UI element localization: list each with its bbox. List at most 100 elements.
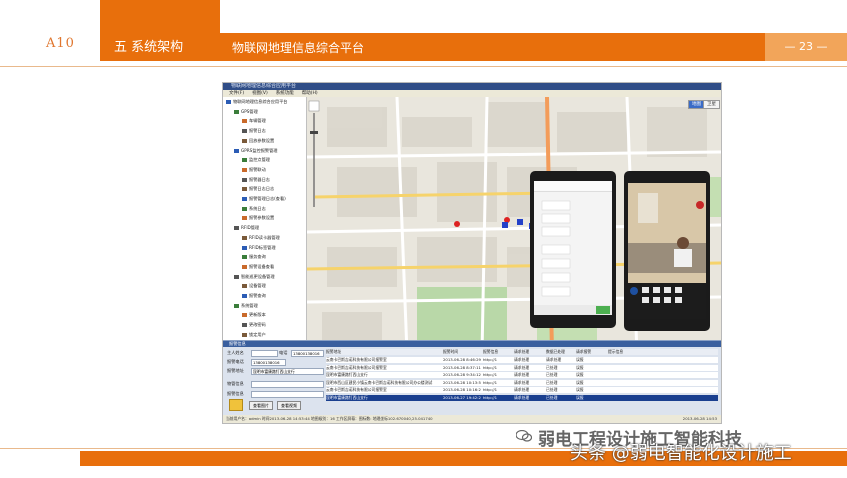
tree-item-label: 报警管理日志(查看) (249, 196, 286, 201)
tree-item[interactable]: GPRS监控报警管理 (234, 148, 277, 154)
table-cell (608, 365, 716, 371)
tree-item-label: 报警器日志 (249, 176, 270, 182)
tree-item[interactable]: 系统日志 (242, 206, 266, 212)
table-cell: 请求处理 (514, 379, 530, 385)
tree-item[interactable]: 设备管理 (242, 283, 266, 289)
table-cell: 已处理 (546, 372, 558, 377)
tree-item[interactable]: 更改密码 (242, 322, 266, 328)
tree-node-icon (242, 138, 247, 143)
alarm-bell-icon (229, 399, 243, 411)
tree-item[interactable]: RFID标签管理 (242, 245, 276, 251)
header-divider (0, 66, 847, 67)
watermark-handle: 头条 @弱电智能化设计施工 (570, 443, 792, 464)
tree-item-label: 监控点管理 (249, 157, 270, 163)
tree-item[interactable]: 报警管理日志(查看) (242, 196, 286, 202)
tree-item[interactable]: 报警日志日志 (242, 186, 274, 192)
status-time: 2013-06-28 14:53 (682, 416, 717, 421)
table-row[interactable]: 云南卡巴斯吉诺科技有限公司报警室 2013-06-28 8:46:29 http:/… (326, 357, 718, 363)
tree-item-label: GPRS监控报警管理 (241, 147, 278, 153)
tree-item-label: RFID管理 (241, 225, 260, 231)
tree-item-label: 物联网地理信息综合应用平台 (233, 99, 288, 104)
table-cell: 请求处理 (514, 372, 530, 377)
slide-title: 物联网地理信息综合平台 (232, 41, 365, 55)
tree-item[interactable]: 报警联动 (242, 167, 266, 173)
tree-item[interactable]: 报警参数设置 (242, 215, 274, 221)
tree-item-label: 报警参数设置 (249, 215, 275, 221)
table-cell: 2013-06-28 10:13:53 (443, 379, 481, 385)
section-title: 五 系统架构 (114, 40, 184, 55)
table-row[interactable]: 昆明市西山区建民小镇云南卡巴斯吉诺科技有限公司办公楼测试 2013-06-28 1… (326, 379, 718, 386)
tree-node-icon (242, 129, 247, 134)
table-cell: 云南卡巴斯吉诺科技有限公司报警室 (326, 357, 387, 362)
tree-item[interactable]: 监控点管理 (242, 157, 270, 163)
tree-item[interactable]: 报警设备查看 (242, 264, 274, 270)
column-header: 数据已处理 (546, 349, 565, 354)
alarm-info-field[interactable] (251, 391, 324, 398)
tree-item[interactable]: 系统管理 (234, 303, 258, 309)
table-cell: 请求处理 (514, 387, 530, 392)
tree-node-icon (234, 274, 239, 279)
tree-node-icon (242, 245, 247, 250)
view-video-button[interactable]: 查看视频 (277, 401, 301, 410)
menu-file[interactable]: 文件(F) (229, 90, 244, 97)
table-cell: 请求处理 (514, 357, 530, 362)
alarm-phone-field[interactable]: 13800138016 (251, 359, 286, 366)
table-row[interactable]: 云南卡巴斯吉诺科技有限公司报警室 2013-06-28 10:16:20 http:… (326, 387, 718, 393)
table-row[interactable]: 昆明市富康路钉西山支行 2013-06-28 9:34:12 http://1 请求处… (326, 372, 718, 378)
tree-node-icon (242, 284, 247, 289)
tree-node-icon (242, 294, 247, 298)
tree-item[interactable]: RFID管理 (234, 225, 259, 231)
table-cell: http://1 (483, 357, 498, 362)
tree-item[interactable]: 服务查询 (242, 254, 266, 260)
table-cell: 误报 (576, 372, 584, 377)
page-number: — 23 — (765, 33, 847, 61)
map-view[interactable]: 地图 卫星 (307, 97, 721, 353)
table-cell: 2013-06-28 8:37:11 (443, 364, 481, 370)
tree-item[interactable]: 报警器日志 (242, 177, 270, 183)
tree-item[interactable]: 智能巡更设备管理 (234, 274, 275, 280)
slide-code: A10 (46, 36, 75, 51)
tree-item[interactable]: 锁定用户 (242, 332, 266, 338)
table-cell: 云南卡巴斯吉诺科技有限公司报警室 (326, 364, 387, 370)
menu-view[interactable]: 视图(V) (252, 90, 268, 97)
property-info-field[interactable] (251, 381, 324, 388)
table-cell: http://1 (483, 379, 498, 385)
table-cell: 昆明市西山区建民小镇云南卡巴斯吉诺科技有限公司办公楼测试 (326, 379, 433, 385)
tree-node-icon (242, 197, 247, 201)
view-image-button[interactable]: 查看图片 (249, 401, 273, 410)
tree-item-label: 更新版本 (249, 312, 266, 318)
nav-tree: 物联网地理信息综合应用平台 GPS管理车辆管理报警日志回放参数设置 GPRS监控报警… (223, 97, 307, 353)
table-cell: http://1 (483, 364, 498, 370)
tree-item[interactable]: RFID读卡器管理 (242, 235, 280, 241)
tree-item[interactable]: 报警查询 (242, 293, 266, 299)
tree-item-label: 报警查询 (249, 293, 266, 298)
owner-name-field[interactable] (251, 350, 278, 357)
tree-item[interactable]: 车辆管理 (242, 118, 266, 124)
tree-node-icon (242, 313, 247, 318)
table-cell: 2013-06-28 8:46:29 (443, 357, 481, 362)
tree-item[interactable]: 报警日志 (242, 128, 266, 134)
tree-item[interactable]: GPS管理 (234, 109, 258, 115)
tree-item[interactable]: 回放参数设置 (242, 138, 274, 144)
tree-node-icon (234, 109, 239, 114)
table-cell: 2013-06-28 9:34:12 (443, 372, 481, 377)
tree-item-label: 锁定用户 (249, 331, 266, 337)
alarm-phone-label: 报警电话 (227, 359, 244, 364)
tree-item[interactable]: 更新版本 (242, 312, 266, 318)
table-row[interactable]: 昆明市富康路钉西山支行 2013-06-27 19:42:27 http://1 请求… (326, 394, 718, 401)
table-cell: 昆明市富康路钉西山支行 (326, 394, 368, 400)
tree-item-label: 报警日志 (249, 128, 266, 134)
table-row[interactable]: 云南卡巴斯吉诺科技有限公司报警室 2013-06-28 8:37:11 http:/… (326, 364, 718, 371)
phone-field[interactable]: 13800138016 (291, 350, 324, 357)
tree-item[interactable]: 物联网地理信息综合应用平台 (226, 99, 287, 105)
alarm-address-field[interactable]: 昆明市富康路钉西山支行 (251, 368, 324, 375)
menu-system[interactable]: 系统功能 (276, 90, 294, 97)
table-cell: http://1 (483, 387, 498, 392)
tree-node-icon (242, 187, 247, 192)
satellite-type-button[interactable]: 卫星 (703, 100, 720, 109)
tree-node-icon (234, 303, 239, 308)
column-header: 请求报警 (576, 349, 592, 354)
video-feed (628, 183, 706, 319)
menu-help[interactable]: 帮助(H) (302, 90, 318, 97)
table-cell (608, 380, 716, 386)
